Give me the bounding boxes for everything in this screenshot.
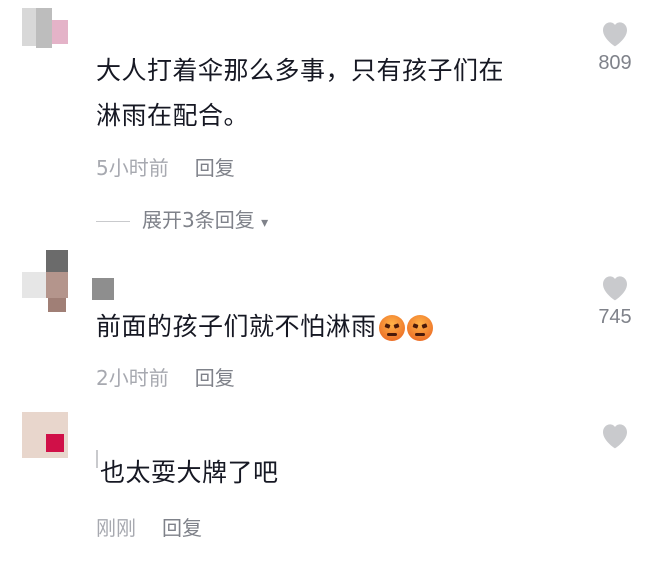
timestamp: 2小时前 [96, 366, 169, 390]
timestamp: 刚刚 [96, 516, 136, 540]
comment-meta: 2小时前 回复 [96, 362, 235, 391]
like-count: 809 [598, 52, 632, 74]
expand-replies-label: 展开3条回复 [142, 208, 255, 232]
comment-text: 前面的孩子们就不怕淋雨 [96, 304, 433, 349]
like-button[interactable]: 745 [590, 272, 640, 329]
comment-text-line: 淋雨在配合。 [96, 101, 250, 130]
heart-icon [603, 424, 627, 449]
comment-text-line: 也太耍大牌了吧 [100, 458, 279, 487]
heart-icon [603, 276, 627, 301]
angry-face-icon [378, 315, 405, 341]
like-button[interactable]: 809 [590, 18, 640, 75]
comment-text-line: 大人打着伞那么多事，只有孩子们在 [96, 56, 505, 85]
like-button[interactable] [590, 420, 640, 450]
reply-button[interactable]: 回复 [162, 516, 202, 540]
avatar[interactable] [22, 412, 70, 460]
comment-text: 大人打着伞那么多事，只有孩子们在 淋雨在配合。 [96, 48, 504, 138]
comment-text: 也太耍大牌了吧 [96, 450, 279, 495]
comment-item: 大人打着伞那么多事，只有孩子们在 淋雨在配合。 5小时前 回复 展开3条回复 ▾ … [0, 0, 660, 240]
like-count: 745 [598, 306, 632, 328]
comment-text-line: 前面的孩子们就不怕淋雨 [96, 312, 377, 341]
angry-face-icon [406, 315, 433, 341]
comment-item: 也太耍大牌了吧 刚刚 回复 [0, 400, 660, 569]
comment-item: 前面的孩子们就不怕淋雨 2小时前 回复 745 [0, 240, 660, 400]
avatar[interactable] [22, 8, 70, 56]
heart-icon [603, 22, 627, 47]
avatar[interactable] [22, 250, 114, 312]
reply-button[interactable]: 回复 [195, 156, 235, 180]
text-cursor [96, 450, 98, 468]
divider [96, 221, 130, 222]
chevron-down-icon: ▾ [261, 215, 269, 231]
expand-replies-button[interactable]: 展开3条回复 ▾ [96, 204, 268, 233]
comment-meta: 5小时前 回复 [96, 152, 235, 181]
timestamp: 5小时前 [96, 156, 169, 180]
reply-button[interactable]: 回复 [195, 366, 235, 390]
comment-meta: 刚刚 回复 [96, 512, 202, 541]
